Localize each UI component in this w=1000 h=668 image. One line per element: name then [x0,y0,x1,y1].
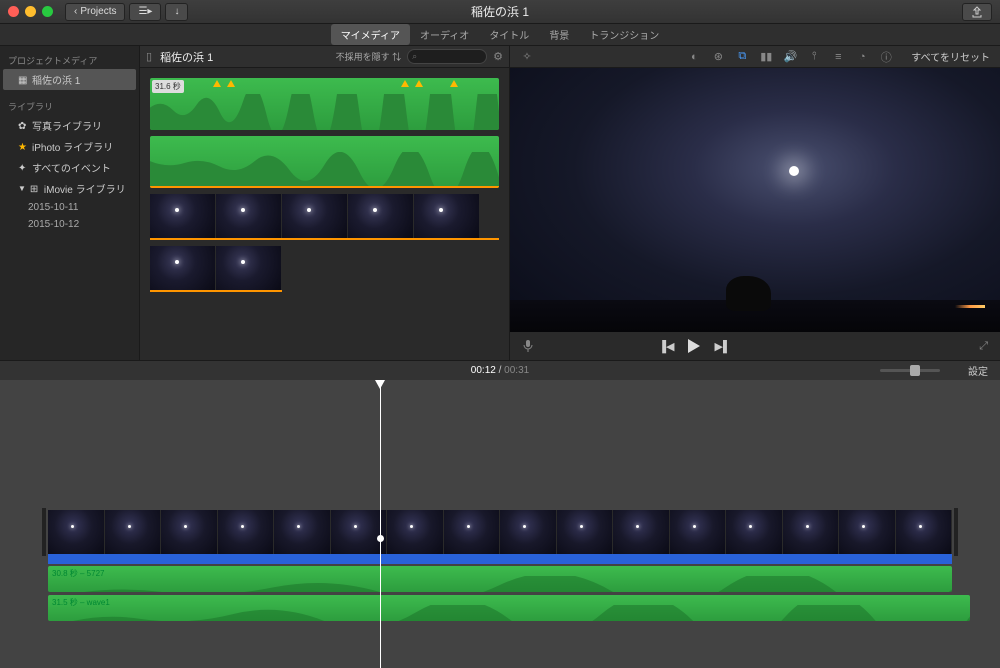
tab-audio[interactable]: オーディオ [410,24,479,45]
close-window[interactable] [8,6,19,17]
view-mode-button[interactable]: ☰▸ [129,3,161,21]
library-sidebar: プロジェクトメディア ▦ 稲佐の浜 1 ライブラリ ✿写真ライブラリ ★iPho… [0,46,140,360]
clips-area[interactable]: 31.6 秒 [140,68,509,360]
browser-header: ▯ 稲佐の浜 1 不採用を隠す ⇅ ⌕ ⚙ [140,46,509,68]
timeline-settings-button[interactable]: 設定 [968,363,988,378]
sidebar-event-2[interactable]: 2015-10-12 [0,216,139,233]
info-icon[interactable]: ⓘ [879,50,893,64]
minimize-window[interactable] [25,6,36,17]
back-projects-button[interactable]: ‹ Projects [65,3,125,21]
audio-track-1[interactable]: 30.8 秒 – 5727 [48,566,952,592]
window-controls [8,6,53,17]
sidebar-item-all-events[interactable]: ✦すべてのイベント [0,157,139,178]
timeline-thumb[interactable] [444,510,501,554]
preview-toolbar: ✧ ◐ ⊛ ⧉ ▮▮ 🔊 ⫯ ≡ ◔ ⓘ すべてをリセット [510,46,1000,68]
timeline-thumb[interactable] [726,510,783,554]
video-clip-1[interactable] [150,194,499,240]
sidebar-project-item[interactable]: ▦ 稲佐の浜 1 [3,69,136,90]
preview-panel: ✧ ◐ ⊛ ⧉ ▮▮ 🔊 ⫯ ≡ ◔ ⓘ すべてをリセット ▐ [510,46,1000,360]
timeline-thumb[interactable] [670,510,727,554]
project-title: 稲佐の浜 1 [471,3,529,20]
titlebar: ‹ Projects ☰▸ ↓ 稲佐の浜 1 [0,0,1000,24]
photos-icon: ✿ [18,121,28,131]
sidebar-item-imovie-library[interactable]: ▼⊞iMovie ライブラリ [0,178,139,199]
sidebar-item-iphoto[interactable]: ★iPhoto ライブラリ [0,136,139,157]
audio-clip-1[interactable]: 31.6 秒 [150,78,499,130]
playback-controls: ▐◀ ▶▌ ⤢ [510,332,1000,360]
video-audio-bar[interactable] [48,554,952,564]
speed-icon[interactable]: ◔ [855,50,869,64]
timeline-thumb[interactable] [218,510,275,554]
film-icon: ▦ [18,75,28,85]
eq-icon[interactable]: ≡ [831,50,845,64]
preview-frame [510,68,1000,332]
video-clip-2[interactable] [150,246,282,292]
zoom-slider[interactable] [880,369,940,372]
color-balance-icon[interactable]: ◐ [687,50,701,64]
clip-trim-right[interactable] [954,508,958,556]
sidebar-section-library: ライブラリ [0,96,139,115]
share-button[interactable] [962,3,992,21]
timeline[interactable]: 30.8 秒 – 5727 31.5 秒 – wave1 [0,380,1000,668]
reset-all-button[interactable]: すべてをリセット [911,49,990,64]
timeline-thumb[interactable] [387,510,444,554]
browser-title: 稲佐の浜 1 [160,49,213,65]
timeline-thumb[interactable] [161,510,218,554]
settings-gear-icon[interactable]: ⚙ [493,50,503,63]
sidebar-item-photos[interactable]: ✿写真ライブラリ [0,115,139,136]
timeline-thumb[interactable] [896,510,953,554]
timeline-tracks: 30.8 秒 – 5727 31.5 秒 – wave1 [48,510,952,621]
timeline-thumb[interactable] [331,510,388,554]
audio-clip-2[interactable] [150,136,499,188]
media-tabs: マイメディア オーディオ タイトル 背景 トランジション [0,24,1000,46]
tab-transitions[interactable]: トランジション [579,24,669,45]
sidebar-event-1[interactable]: 2015-10-11 [0,199,139,216]
video-track[interactable] [48,510,952,554]
playhead[interactable] [380,380,381,668]
sidebar-section-project-media: プロジェクトメディア [0,50,139,69]
filter-dropdown[interactable]: 不採用を隠す ⇅ [336,50,402,63]
noise-icon[interactable]: ⫯ [807,50,821,64]
timeline-thumb[interactable] [839,510,896,554]
play-button[interactable] [688,339,700,353]
color-correct-icon[interactable]: ⊛ [711,50,725,64]
preview-viewer[interactable] [510,68,1000,332]
timeline-thumb[interactable] [274,510,331,554]
timeline-thumb[interactable] [500,510,557,554]
stabilize-icon[interactable]: ▮▮ [759,50,773,64]
voiceover-icon[interactable] [522,339,534,353]
media-browser: ▯ 稲佐の浜 1 不採用を隠す ⇅ ⌕ ⚙ 31.6 秒 [140,46,510,360]
crop-icon[interactable]: ⧉ [735,50,749,64]
tab-my-media[interactable]: マイメディア [331,24,410,45]
search-input[interactable] [417,52,482,62]
tab-titles[interactable]: タイトル [479,24,539,45]
import-button[interactable]: ↓ [165,3,188,21]
tab-backgrounds[interactable]: 背景 [539,24,579,45]
grid-icon: ⊞ [30,184,40,194]
fullscreen-icon[interactable]: ⤢ [979,340,988,353]
search-box[interactable]: ⌕ [407,49,487,64]
clip-trim-left[interactable] [42,508,46,556]
sidebar-project-label: 稲佐の浜 1 [32,72,80,87]
disclosure-icon: ▼ [18,184,26,193]
next-button[interactable]: ▶▌ [714,340,730,353]
volume-icon[interactable]: 🔊 [783,50,797,64]
timeline-thumb[interactable] [48,510,105,554]
iphoto-icon: ★ [18,142,28,152]
fullscreen-window[interactable] [42,6,53,17]
timeline-thumb[interactable] [783,510,840,554]
magic-wand-icon[interactable]: ✧ [520,50,534,64]
timeline-thumb[interactable] [105,510,162,554]
prev-button[interactable]: ▐◀ [658,340,674,353]
list-view-icon[interactable]: ▯ [146,50,152,63]
audio-track-2[interactable]: 31.5 秒 – wave1 [48,595,970,621]
timecode: 00:12 / 00:31 [471,365,529,376]
timeline-thumb[interactable] [613,510,670,554]
back-label: Projects [80,6,116,17]
star-icon: ✦ [18,163,28,173]
timeline-thumb[interactable] [557,510,614,554]
timecode-bar: 00:12 / 00:31 設定 [0,360,1000,380]
